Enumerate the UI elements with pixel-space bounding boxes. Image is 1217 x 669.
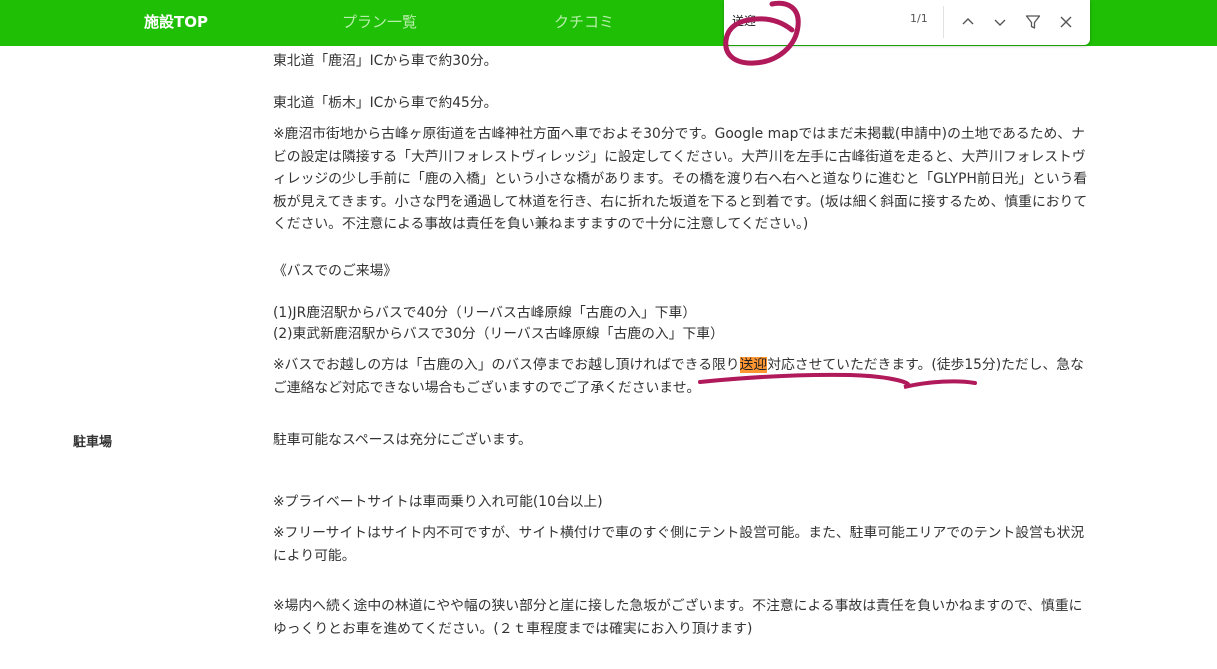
access-car-route-1: 東北道「鹿沼」ICから車で約30分。 <box>273 53 498 69</box>
close-icon <box>1060 16 1072 28</box>
access-bus-route-2: (2)東武新鹿沼駅からバスで30分（リーバス古峰原線「古鹿の入」下車） <box>273 326 724 342</box>
find-next-button[interactable] <box>988 10 1012 34</box>
find-in-page-bar: 1/1 <box>724 0 1090 45</box>
access-bus-heading: 《バスでのご来場》 <box>273 263 398 279</box>
access-car-note: ※鹿沼市街地から古峰ヶ原街道を古峰神社方面へ車でおよそ30分です。Google … <box>273 126 1088 232</box>
nav-item-facility-top[interactable]: 施設TOP <box>144 12 208 32</box>
parking-capacity-text: 駐車可能なスペースは充分にございます。 <box>273 432 532 448</box>
find-previous-button[interactable] <box>956 10 980 34</box>
filter-icon <box>1025 15 1041 29</box>
find-filter-button[interactable] <box>1021 10 1045 34</box>
access-car-route-2: 東北道「栃木」ICから車で約45分。 <box>273 95 498 111</box>
chevron-up-icon <box>962 18 974 25</box>
find-result-count: 1/1 <box>910 12 928 25</box>
chevron-down-icon <box>994 19 1006 26</box>
nav-item-plan-list[interactable]: プラン一覧 <box>342 12 417 32</box>
access-bus-route-1: (1)JR鹿沼駅からバスで40分（リーバス古峰原線「古鹿の入」下車） <box>273 305 697 321</box>
nav-item-reviews[interactable]: クチコミ <box>554 12 614 32</box>
parking-road-caution-note: ※場内へ続く途中の林道にやや幅の狭い部分と崖に接した急坂がございます。不注意によ… <box>273 598 1083 637</box>
parking-free-site-note: ※フリーサイトはサイト内不可ですが、サイト横付けで車のすぐ側にテント設営可能。ま… <box>273 525 1085 564</box>
find-input[interactable] <box>732 9 902 31</box>
find-divider <box>943 6 944 38</box>
access-bus-note: ※バスでお越しの方は「古鹿の入」のバス停までお越し頂ければできる限り送迎対応させ… <box>273 354 1093 399</box>
bus-note-text-before: ※バスでお越しの方は「古鹿の入」のバス停までお越し頂ければできる限り <box>273 357 740 373</box>
find-close-button[interactable] <box>1054 10 1078 34</box>
parking-private-site-note: ※プライベートサイトは車両乗り入れ可能(10台以上) <box>273 494 603 510</box>
parking-label: 駐車場 <box>73 435 113 450</box>
search-match-highlight: 送迎 <box>739 357 768 373</box>
